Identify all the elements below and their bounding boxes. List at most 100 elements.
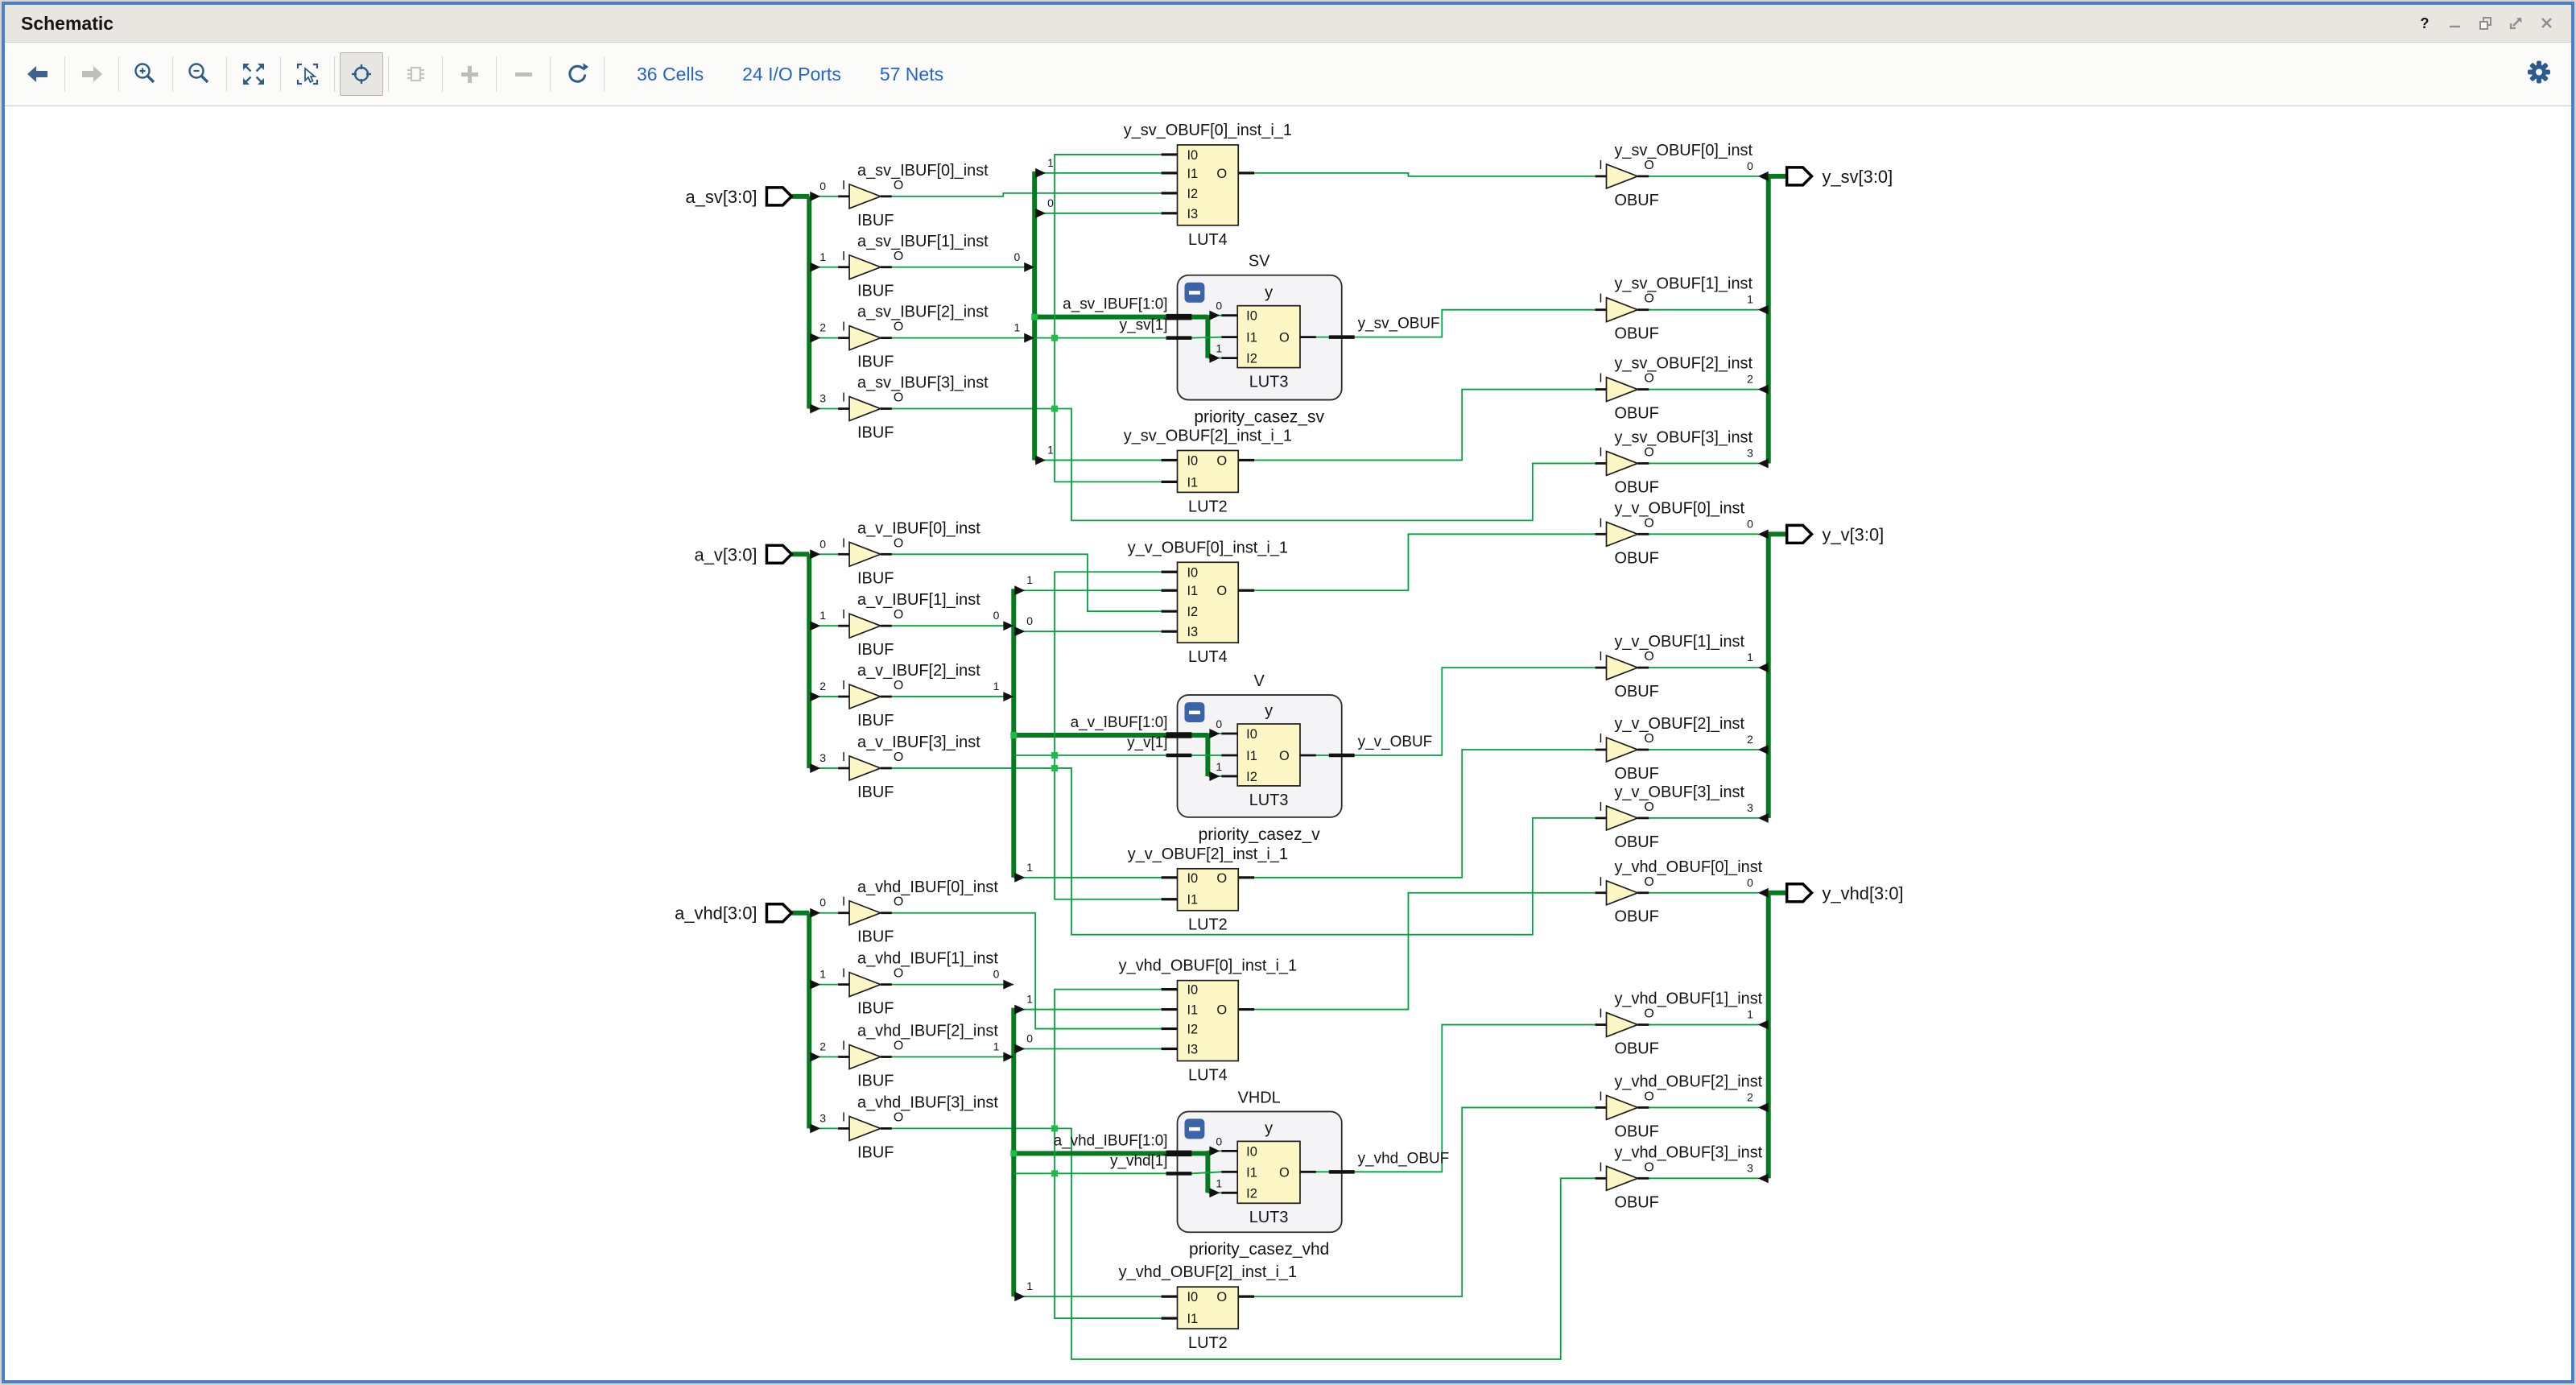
toolbar-separator	[118, 56, 119, 92]
bit-index: 1	[1026, 573, 1033, 586]
instance-label: a_v_IBUF[3]_inst	[857, 734, 980, 751]
cell-type-label: OBUF	[1614, 1040, 1658, 1057]
buffer-cell[interactable]	[849, 542, 881, 566]
input-port[interactable]	[766, 545, 791, 563]
junction-dot	[1010, 732, 1017, 738]
net-arrow-icon	[1758, 1102, 1769, 1112]
zoom-selection-button[interactable]	[286, 52, 329, 96]
buffer-cell[interactable]	[1607, 298, 1638, 322]
window-controls: ?	[2415, 14, 2571, 33]
net-arrow-icon	[1014, 873, 1025, 883]
back-button[interactable]	[16, 52, 60, 96]
bit-index: 3	[819, 392, 826, 405]
bit-index: 3	[819, 1111, 826, 1124]
minus-icon	[510, 60, 537, 88]
settings-button[interactable]	[2524, 58, 2553, 91]
nets-link[interactable]: 57 Nets	[880, 64, 943, 85]
buffer-cell[interactable]	[1607, 164, 1638, 188]
pin-label: O	[1216, 1290, 1227, 1304]
zoom-fit-button[interactable]	[232, 52, 275, 96]
instance-label: y_sv_OBUF[3]_inst	[1614, 428, 1752, 446]
zoom-out-button[interactable]	[178, 52, 221, 96]
pin-label: I1	[1187, 584, 1198, 598]
instance-label: y_vhd_OBUF[1]_inst	[1614, 990, 1762, 1008]
autofit-selection-button[interactable]	[340, 52, 383, 96]
cells-link[interactable]: 36 Cells	[637, 64, 704, 85]
input-port[interactable]	[766, 188, 791, 205]
collapse-button[interactable]	[502, 52, 545, 96]
buffer-cell[interactable]	[1607, 806, 1638, 830]
pin-label: I1	[1187, 475, 1198, 490]
pin-label: O	[1644, 292, 1653, 306]
expand-button[interactable]	[448, 52, 491, 96]
buffer-cell[interactable]	[849, 684, 881, 709]
buffer-cell[interactable]	[849, 326, 881, 350]
pin-label: I	[1599, 159, 1602, 172]
net-arrow-icon	[1758, 813, 1769, 823]
pin-label: O	[1644, 445, 1653, 459]
buffer-cell[interactable]	[849, 397, 881, 421]
restore-button[interactable]	[2476, 14, 2496, 33]
output-port[interactable]	[1787, 525, 1812, 543]
instance-label: y_v_OBUF[0]_inst_i_1	[1128, 539, 1288, 556]
minus-icon	[1189, 291, 1200, 294]
buffer-cell[interactable]	[849, 1045, 881, 1069]
pin-label: I	[842, 1110, 845, 1124]
status-links: 36 Cells 24 I/O Ports 57 Nets	[637, 64, 943, 85]
buffer-cell[interactable]	[1607, 1166, 1638, 1190]
io-ports-link[interactable]: 24 I/O Ports	[742, 64, 841, 85]
net-wire	[1254, 893, 1595, 1010]
pin-label: I	[842, 895, 845, 909]
buffer-cell[interactable]	[1607, 1013, 1638, 1037]
cell-type-label: LUT2	[1188, 1334, 1228, 1352]
forward-button[interactable]	[70, 52, 114, 96]
input-port[interactable]	[766, 904, 791, 922]
net-arrow-icon	[810, 763, 820, 773]
buffer-cell[interactable]	[849, 973, 881, 997]
expand-cone-button[interactable]	[394, 52, 437, 96]
cell-type-label: OBUF	[1614, 404, 1658, 422]
cell-type-label: OBUF	[1614, 549, 1658, 567]
pin-label: O	[894, 679, 903, 692]
cell-type-label: IBUF	[857, 1072, 894, 1089]
output-port[interactable]	[1787, 884, 1812, 902]
buffer-cell[interactable]	[849, 901, 881, 925]
zoom-out-icon	[186, 60, 213, 88]
instance-label: a_vhd_IBUF[1]_inst	[857, 950, 998, 968]
minimize-button[interactable]	[2446, 14, 2465, 33]
help-button[interactable]: ?	[2415, 14, 2434, 33]
pin-label: I	[842, 250, 845, 263]
cell-type-label: OBUF	[1614, 765, 1658, 783]
net-arrow-icon	[810, 621, 820, 630]
buffer-cell[interactable]	[1607, 655, 1638, 680]
zoom-in-button[interactable]	[124, 52, 167, 96]
buffer-cell[interactable]	[849, 255, 881, 279]
buffer-cell[interactable]	[849, 756, 881, 780]
pin-label: O	[1644, 1089, 1653, 1103]
pin-label: I0	[1246, 309, 1257, 324]
pin-label: I	[1599, 292, 1602, 306]
schematic-canvas[interactable]: a_sv[3:0]0IOa_sv_IBUF[0]_instIBUF1IOa_sv…	[5, 106, 2571, 1380]
buffer-cell[interactable]	[1607, 378, 1638, 402]
buffer-cell[interactable]	[849, 1116, 881, 1140]
output-port[interactable]	[1787, 167, 1812, 185]
float-button[interactable]	[2507, 14, 2526, 33]
buffer-cell[interactable]	[1607, 451, 1638, 475]
bit-index: 2	[819, 1040, 826, 1053]
junction-dot	[1051, 752, 1058, 759]
pin-label: I	[1599, 1160, 1602, 1174]
pin-label: O	[1216, 1003, 1227, 1018]
bit-index: 1	[1026, 861, 1033, 874]
close-button[interactable]	[2537, 14, 2557, 33]
buffer-cell[interactable]	[1607, 738, 1638, 762]
pin-label: I2	[1246, 1186, 1257, 1201]
instance-label: y_v_OBUF[2]_inst	[1614, 715, 1744, 733]
regenerate-button[interactable]	[555, 52, 599, 96]
buffer-cell[interactable]	[849, 614, 881, 638]
instance-label: y_v_OBUF[2]_inst_i_1	[1128, 845, 1288, 863]
net-label: a_v_IBUF[1:0]	[1071, 714, 1168, 731]
buffer-cell[interactable]	[1607, 881, 1638, 905]
buffer-cell[interactable]	[1607, 522, 1638, 546]
buffer-cell[interactable]	[1607, 1095, 1638, 1119]
buffer-cell[interactable]	[849, 184, 881, 209]
